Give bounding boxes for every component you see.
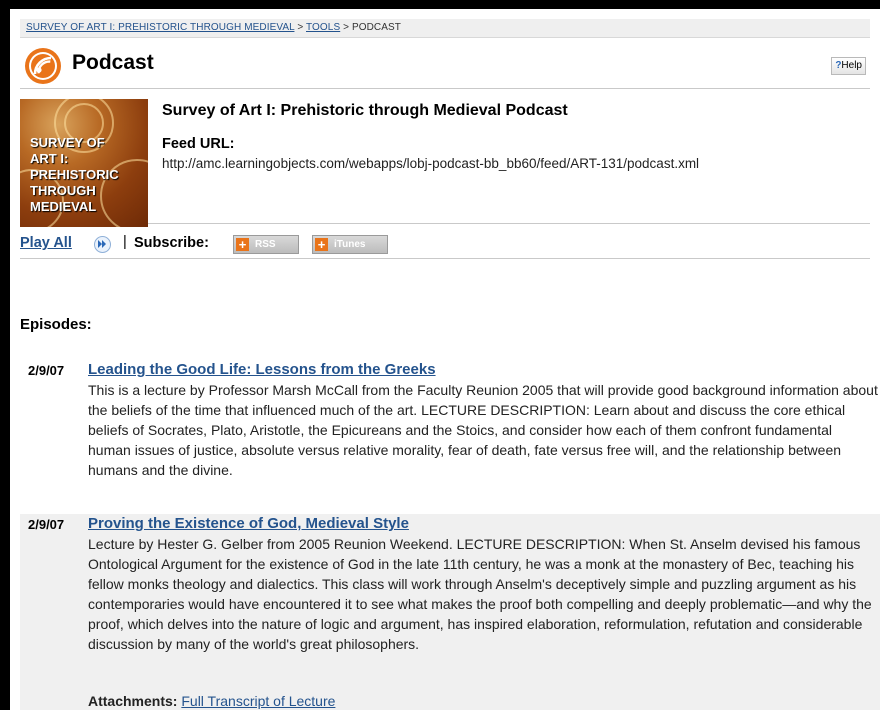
podcast-icon: [25, 48, 61, 84]
breadcrumb-separator: >: [343, 22, 350, 33]
podcast-actions: Play All | Subscribe: + RSS + iTunes: [20, 224, 870, 259]
episode-date: 2/9/07: [28, 363, 65, 378]
podcast-title: Survey of Art I: Prehistoric through Med…: [162, 102, 568, 119]
attachments-label: Attachments:: [88, 693, 178, 709]
breadcrumb-separator: >: [297, 22, 304, 33]
breadcrumb-link-course[interactable]: SURVEY OF ART I: PREHISTORIC THROUGH MED…: [26, 22, 294, 33]
podcast-cover-image: SURVEY OF ART I: PREHISTORIC THROUGH MED…: [20, 99, 148, 227]
episode-date: 2/9/07: [28, 517, 65, 532]
episode-title-link[interactable]: Proving the Existence of God, Medieval S…: [88, 515, 409, 532]
subscribe-label: Subscribe:: [134, 235, 209, 251]
help-button[interactable]: ?Help: [831, 57, 866, 75]
episode-title-link[interactable]: Leading the Good Life: Lessons from the …: [88, 361, 436, 378]
itunes-subscribe-button[interactable]: + iTunes: [312, 235, 388, 254]
help-label: Help: [841, 60, 862, 71]
attachment-link[interactable]: Full Transcript of Lecture: [181, 693, 335, 709]
cover-text: SURVEY OF ART I: PREHISTORIC THROUGH MED…: [30, 135, 119, 214]
episode-attachments: Attachments: Full Transcript of Lecture: [88, 693, 335, 709]
episode-item: 2/9/07 Proving the Existence of God, Med…: [20, 514, 880, 710]
breadcrumb-link-tools[interactable]: TOOLS: [306, 22, 340, 33]
page-title: Podcast: [72, 51, 154, 74]
episode-item: 2/9/07 Leading the Good Life: Lessons fr…: [20, 360, 880, 510]
itunes-label: iTunes: [334, 239, 366, 250]
breadcrumb: SURVEY OF ART I: PREHISTORIC THROUGH MED…: [20, 19, 870, 38]
breadcrumb-current: PODCAST: [351, 22, 401, 33]
episodes-heading: Episodes:: [20, 316, 92, 333]
episode-description: This is a lecture by Professor Marsh McC…: [88, 382, 878, 478]
plus-icon: +: [236, 238, 249, 251]
feed-url: http://amc.learningobjects.com/webapps/l…: [162, 156, 700, 171]
rss-label: RSS: [255, 239, 276, 250]
page-frame: SURVEY OF ART I: PREHISTORIC THROUGH MED…: [10, 9, 880, 710]
feed-info: SURVEY OF ART I: PREHISTORIC THROUGH MED…: [20, 89, 870, 227]
rss-subscribe-button[interactable]: + RSS: [233, 235, 299, 254]
play-all-link[interactable]: Play All: [20, 235, 72, 251]
episode-description: Lecture by Hester G. Gelber from 2005 Re…: [88, 536, 872, 652]
plus-icon: +: [315, 238, 328, 251]
play-icon[interactable]: [94, 236, 111, 253]
feed-url-label: Feed URL:: [162, 136, 235, 152]
action-separator: |: [123, 234, 127, 250]
page-header: Podcast ?Help: [20, 38, 870, 89]
